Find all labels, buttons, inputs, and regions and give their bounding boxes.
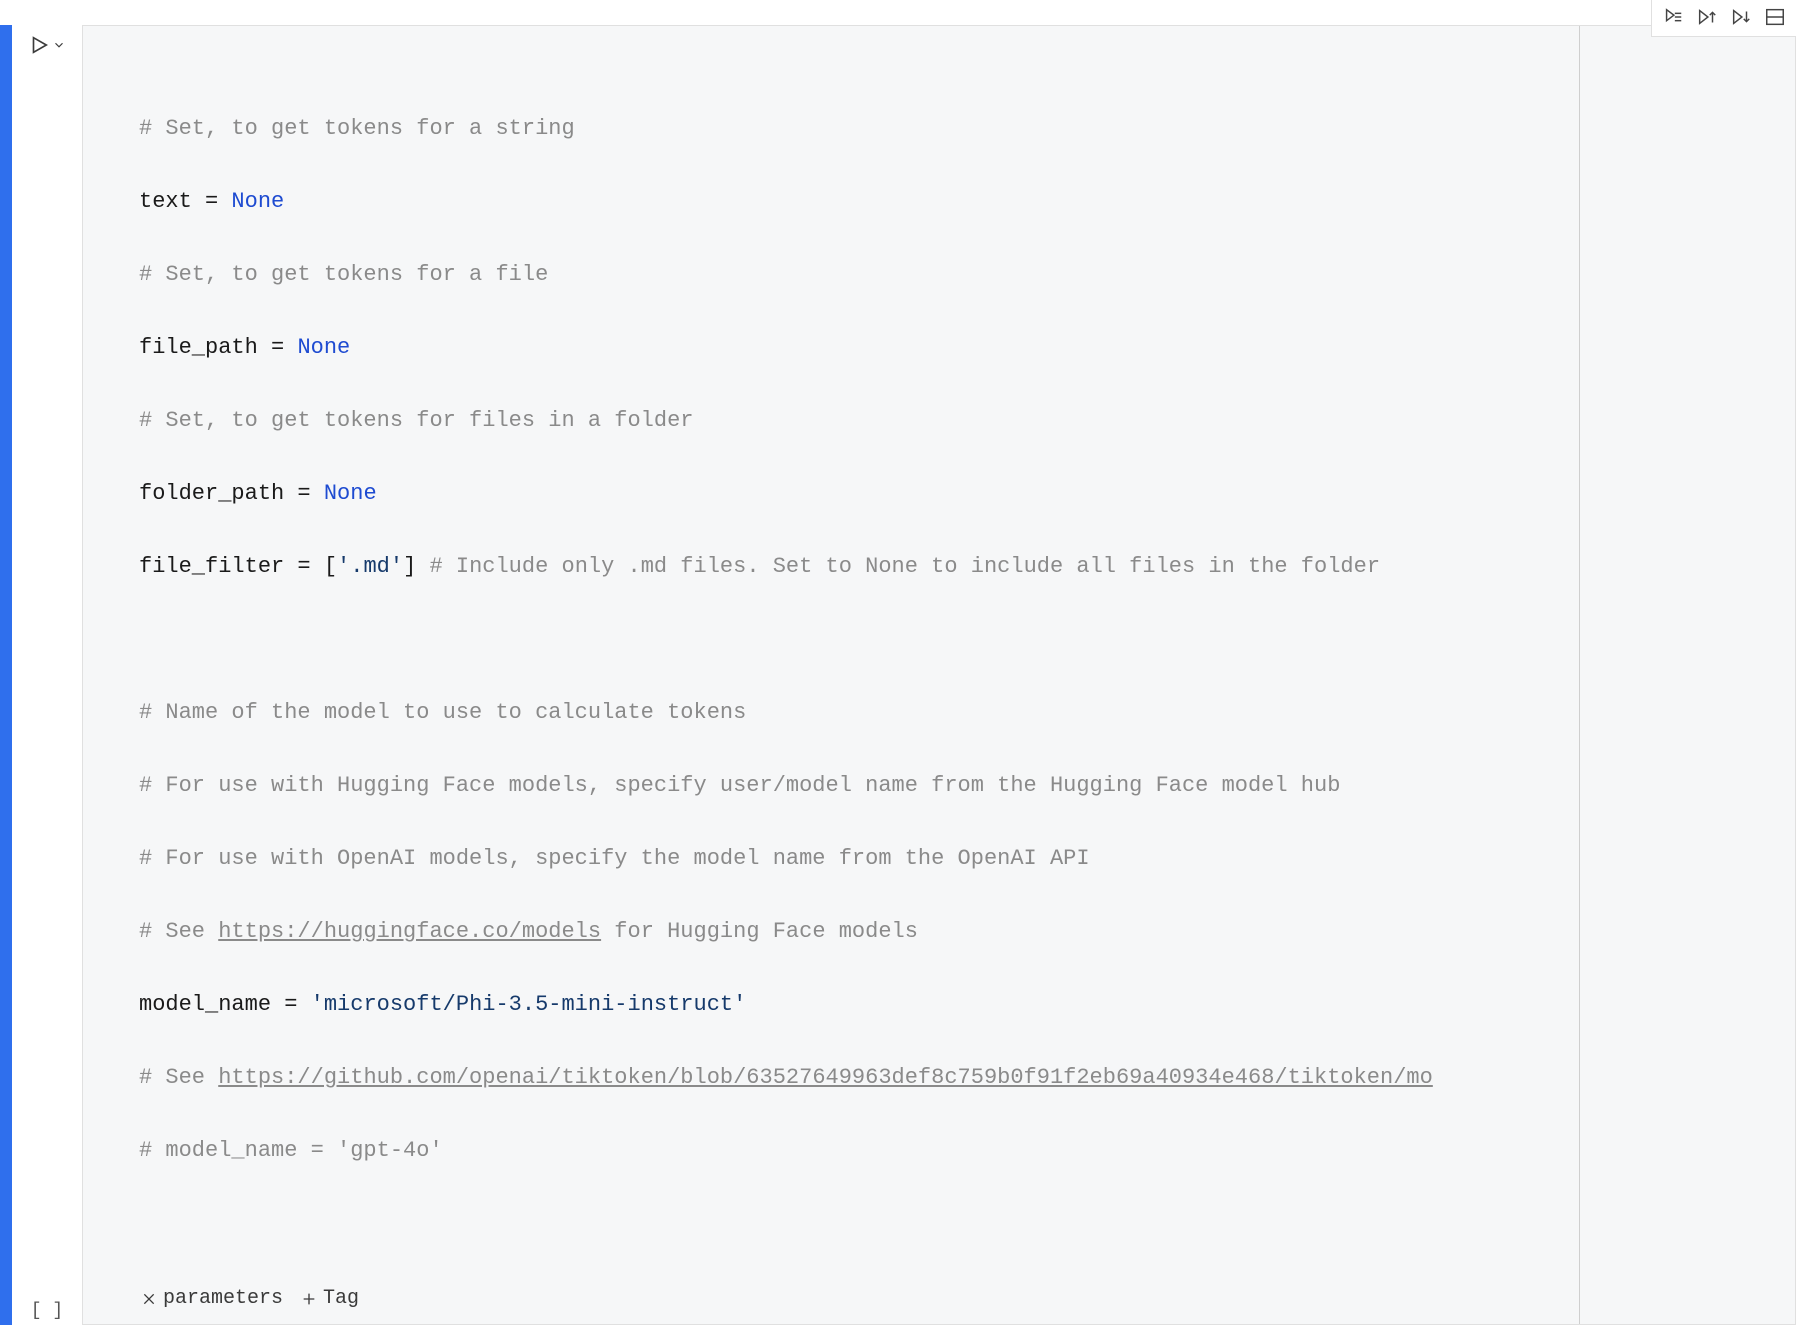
plus-icon (301, 1291, 317, 1307)
code-comment: # model_name = 'gpt-4o' (139, 1138, 443, 1163)
split-cell-button[interactable] (1762, 4, 1788, 30)
parameters-tag-remove[interactable]: parameters (141, 1281, 283, 1318)
code-editor[interactable]: # Set, to get tokens for a string text =… (82, 25, 1796, 1325)
code-comment: # Include only .md files. Set to None to… (416, 554, 1380, 579)
code-var: folder_path (139, 481, 284, 506)
code-comment: # Name of the model to use to calculate … (139, 700, 746, 725)
run-by-line-button[interactable] (1660, 4, 1686, 30)
code-link[interactable]: https://github.com/openai/tiktoken/blob/… (218, 1065, 1433, 1090)
execution-count: [ ] (31, 1301, 63, 1321)
cell-toolbar (1651, 0, 1796, 37)
cell-active-indicator (0, 25, 12, 1325)
code-comment: # Set, to get tokens for a string (139, 116, 575, 141)
tag-label: Tag (323, 1281, 359, 1318)
code-cell: [ ] # Set, to get tokens for a string te… (0, 25, 1796, 1325)
code-var: text (139, 189, 192, 214)
cell-gutter: [ ] (12, 25, 82, 1325)
editor-ruler (1579, 26, 1580, 1324)
code-comment: # Set, to get tokens for files in a fold… (139, 408, 694, 433)
parameters-label: parameters (163, 1281, 283, 1318)
close-icon (141, 1291, 157, 1307)
code-link[interactable]: https://huggingface.co/models (218, 919, 601, 944)
code-comment: # For use with OpenAI models, specify th… (139, 846, 1090, 871)
code-const: None (324, 481, 377, 506)
chevron-down-icon (52, 38, 66, 52)
code-var: file_path (139, 335, 258, 360)
execute-below-button[interactable] (1728, 4, 1754, 30)
add-tag-button[interactable]: Tag (301, 1281, 359, 1318)
code-comment: # Set, to get tokens for a file (139, 262, 548, 287)
run-cell-button[interactable] (28, 33, 66, 57)
code-const: None (231, 189, 284, 214)
code-string: 'microsoft/Phi-3.5-mini-instruct' (311, 992, 747, 1017)
code-comment: # For use with Hugging Face models, spec… (139, 773, 1340, 798)
execute-above-button[interactable] (1694, 4, 1720, 30)
code-string: '.md' (337, 554, 403, 579)
code-const: None (297, 335, 350, 360)
code-var: model_name (139, 992, 271, 1017)
code-var: file_filter (139, 554, 284, 579)
cell-footer: parameters Tag (141, 1281, 359, 1318)
